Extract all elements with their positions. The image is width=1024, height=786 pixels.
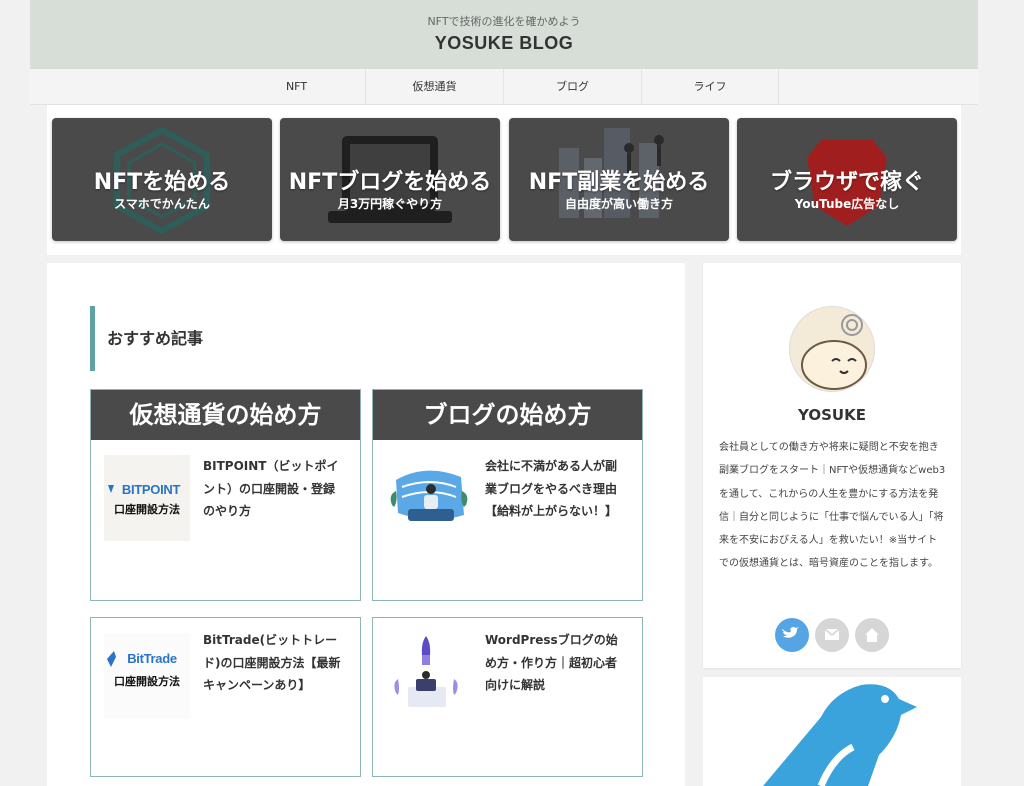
- banner-subtitle: YouTube広告なし: [794, 197, 900, 211]
- rocket-launch-illustration-icon: [394, 636, 458, 707]
- site-header: NFTで技術の進化を確かめよう YOSUKE BLOG: [30, 0, 978, 69]
- home-icon: [865, 628, 879, 642]
- banner-subtitle: 自由度が高い働き方: [564, 197, 673, 211]
- home-button[interactable]: [855, 618, 889, 652]
- banner-start-nft-sidejob[interactable]: NFT副業を始める 自由度が高い働き方: [509, 118, 729, 241]
- main-content: おすすめ記事 仮想通貨の始め方 BITPOINT 口座開設方法 BITPOINT…: [47, 263, 685, 786]
- nav-item-nft[interactable]: NFT: [228, 69, 365, 104]
- article-title[interactable]: BITPOINT（ビットポイント）の口座開設・登録のやり方: [203, 455, 343, 523]
- article-card[interactable]: WordPressブログの始め方・作り方｜超初心者向けに解説: [372, 617, 643, 777]
- article-card[interactable]: BitTrade 口座開設方法 BitTrade(ビットトレード)の口座開設方法…: [90, 617, 361, 777]
- article-thumbnail: [386, 455, 472, 541]
- banner-title: NFTブログを始める: [288, 170, 492, 195]
- twitter-bird-icon[interactable]: [703, 677, 961, 786]
- thumb-caption: 口座開設方法: [114, 675, 180, 688]
- article-thumbnail: [386, 633, 472, 719]
- thumb-caption: 口座開設方法: [114, 503, 180, 516]
- banner-start-nft-blog[interactable]: NFTブログを始める 月3万円稼ぐやり方: [280, 118, 500, 241]
- card-caption: ブログの始め方: [373, 390, 642, 440]
- section-heading: おすすめ記事: [90, 306, 203, 371]
- profile-bio: 会社員としての働き方や将来に疑問と不安を抱き副業ブログをスタート｜NFTや仮想通…: [719, 442, 946, 570]
- thumb-logo-text: BitTrade: [127, 651, 177, 666]
- person-laptop-illustration-icon: [390, 470, 468, 521]
- twitter-widget: [703, 677, 961, 786]
- banner-title: NFT副業を始める: [528, 170, 710, 195]
- banner-title: ブラウザで稼ぐ: [769, 170, 924, 195]
- site-tagline: NFTで技術の進化を確かめよう: [427, 15, 581, 28]
- avatar: [789, 306, 875, 392]
- article-thumbnail: BITPOINT 口座開設方法: [104, 455, 190, 541]
- profile-widget: YOSUKE 会社員としての働き方や将来に疑問と不安を抱き副業ブログをスタート｜…: [703, 263, 961, 668]
- banner-start-nft[interactable]: NFTを始める スマホでかんたん: [52, 118, 272, 241]
- card-caption: 仮想通貨の始め方: [91, 390, 360, 440]
- twitter-icon: [782, 627, 799, 638]
- mail-icon: [824, 628, 840, 640]
- banner-subtitle: スマホでかんたん: [114, 197, 210, 211]
- banner-title: NFTを始める: [93, 170, 231, 195]
- article-title[interactable]: BitTrade(ビットトレード)の口座開設方法【最新キャンペーンあり】: [203, 629, 343, 697]
- global-nav: NFT 仮想通貨 ブログ ライフ: [30, 69, 978, 105]
- bitpoint-logo-icon: [108, 485, 114, 493]
- article-thumbnail: BitTrade 口座開設方法: [104, 633, 190, 719]
- cat-avatar-icon: [801, 314, 867, 390]
- nav-item-life[interactable]: ライフ: [641, 69, 779, 104]
- article-card[interactable]: ブログの始め方 会社に不満がある人が副業ブログをやるべき理由【給料が上がらない！…: [372, 389, 643, 601]
- mail-button[interactable]: [815, 618, 849, 652]
- nav-item-crypto[interactable]: 仮想通貨: [365, 69, 503, 104]
- profile-name: YOSUKE: [798, 406, 866, 424]
- article-title[interactable]: WordPressブログの始め方・作り方｜超初心者向けに解説: [485, 629, 625, 697]
- twitter-button[interactable]: [775, 618, 809, 652]
- banner-browser-earn[interactable]: ブラウザで稼ぐ YouTube広告なし: [737, 118, 957, 241]
- site-title[interactable]: YOSUKE BLOG: [30, 33, 978, 54]
- article-card[interactable]: 仮想通貨の始め方 BITPOINT 口座開設方法 BITPOINT（ビットポイン…: [90, 389, 361, 601]
- thumb-logo-text: BITPOINT: [121, 482, 181, 497]
- banner-subtitle: 月3万円稼ぐやり方: [337, 197, 443, 211]
- article-title[interactable]: 会社に不満がある人が副業ブログをやるべき理由【給料が上がらない！】: [485, 455, 625, 523]
- nav-item-blog[interactable]: ブログ: [503, 69, 641, 104]
- banner-area: NFTを始める スマホでかんたん NFTブログを始める 月3万円稼ぐやり方 NF…: [47, 105, 961, 255]
